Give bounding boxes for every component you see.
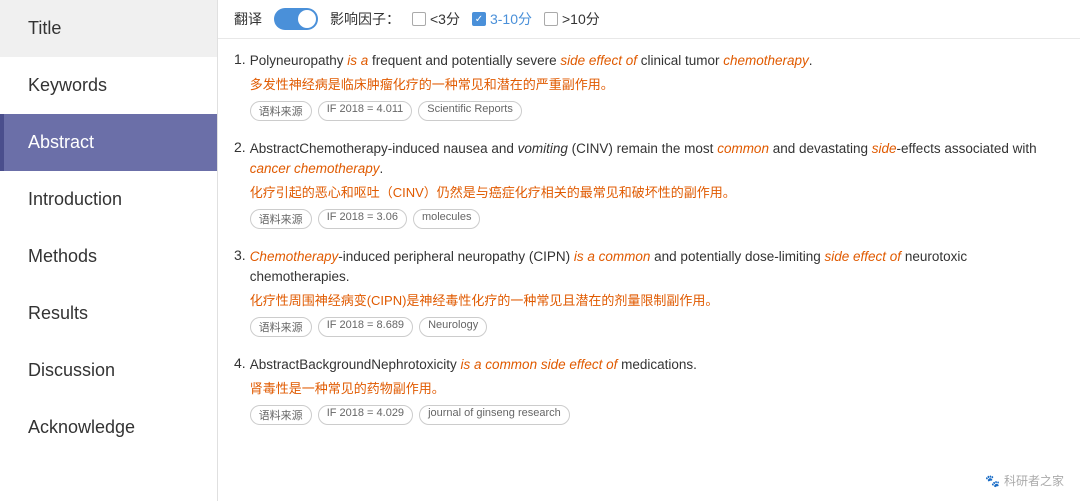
entry-tags-2: 语料来源 IF 2018 = 3.06 molecules: [250, 209, 1060, 229]
sidebar-item-introduction[interactable]: Introduction: [0, 171, 217, 228]
entry-body-3: Chemotherapy-induced peripheral neuropat…: [250, 247, 1060, 337]
entry-zh-1: 多发性神经病是临床肿瘤化疗的一种常见和潜在的严重副作用。: [250, 75, 1060, 95]
entry-en-3: Chemotherapy-induced peripheral neuropat…: [250, 247, 1060, 288]
content-area: 1.Polyneuropathy is a frequent and poten…: [218, 39, 1080, 501]
sidebar-item-acknowledge[interactable]: Acknowledge: [0, 399, 217, 456]
entry-body-1: Polyneuropathy is a frequent and potenti…: [250, 51, 1060, 121]
tag-source-3: 语料来源: [250, 317, 312, 337]
filter-label-less3: <3分: [430, 9, 460, 29]
tag-source-4: 语料来源: [250, 405, 312, 425]
entry-3: 3.Chemotherapy-induced peripheral neurop…: [234, 247, 1064, 337]
tag-journal-3: Neurology: [419, 317, 487, 337]
filter-label-more10: >10分: [562, 9, 600, 29]
entry-tags-3: 语料来源 IF 2018 = 8.689 Neurology: [250, 317, 1060, 337]
entry-2: 2.AbstractChemotherapy-induced nausea an…: [234, 139, 1064, 229]
watermark-icon: 🐾: [985, 474, 1000, 488]
entry-zh-2: 化疗引起的恶心和呕吐（CINV）仍然是与癌症化疗相关的最常见和破坏性的副作用。: [250, 183, 1060, 203]
entry-number-1: 1.: [234, 51, 246, 67]
entry-number-2: 2.: [234, 139, 246, 155]
entry-zh-4: 肾毒性是一种常见的药物副作用。: [250, 379, 1060, 399]
entry-en-1: Polyneuropathy is a frequent and potenti…: [250, 51, 1060, 71]
tag-if-1: IF 2018 = 4.011: [318, 101, 413, 121]
entry-tags-1: 语料来源 IF 2018 = 4.011Scientific Reports: [250, 101, 1060, 121]
sidebar-item-results[interactable]: Results: [0, 285, 217, 342]
sidebar: TitleKeywordsAbstractIntroductionMethods…: [0, 0, 218, 501]
entry-4: 4.AbstractBackgroundNephrotoxicity is a …: [234, 355, 1064, 425]
entry-en-2: AbstractChemotherapy-induced nausea and …: [250, 139, 1060, 180]
tag-journal-4: journal of ginseng research: [419, 405, 570, 425]
tag-source-1: 语料来源: [250, 101, 312, 121]
impact-label: 影响因子：: [330, 9, 400, 29]
entry-tags-4: 语料来源 IF 2018 = 4.029 journal of ginseng re…: [250, 405, 1060, 425]
entry-body-2: AbstractChemotherapy-induced nausea and …: [250, 139, 1060, 229]
main-content: 翻译 影响因子： <3分 ✓ 3-10分 >10分 1.Polyneuropat…: [218, 0, 1080, 501]
toolbar: 翻译 影响因子： <3分 ✓ 3-10分 >10分: [218, 0, 1080, 39]
filter-checkbox-less3[interactable]: [412, 12, 426, 26]
translate-label: 翻译: [234, 9, 262, 29]
translate-toggle[interactable]: [274, 8, 318, 30]
filter-item-less3[interactable]: <3分: [412, 9, 460, 29]
tag-journal-2: molecules: [413, 209, 481, 229]
entry-body-4: AbstractBackgroundNephrotoxicity is a co…: [250, 355, 1060, 425]
sidebar-item-methods[interactable]: Methods: [0, 228, 217, 285]
tag-journal-1: Scientific Reports: [418, 101, 522, 121]
sidebar-item-abstract[interactable]: Abstract: [0, 114, 217, 171]
tag-if-2: IF 2018 = 3.06: [318, 209, 407, 229]
sidebar-item-title[interactable]: Title: [0, 0, 217, 57]
sidebar-item-discussion[interactable]: Discussion: [0, 342, 217, 399]
entry-number-4: 4.: [234, 355, 246, 371]
filter-checkbox-3to10[interactable]: ✓: [472, 12, 486, 26]
entry-zh-3: 化疗性周围神经病变(CIPN)是神经毒性化疗的一种常见且潜在的剂量限制副作用。: [250, 291, 1060, 311]
tag-if-4: IF 2018 = 4.029: [318, 405, 413, 425]
entry-1: 1.Polyneuropathy is a frequent and poten…: [234, 51, 1064, 121]
tag-if-3: IF 2018 = 8.689: [318, 317, 413, 337]
entry-en-4: AbstractBackgroundNephrotoxicity is a co…: [250, 355, 1060, 375]
watermark: 🐾 科研者之家: [985, 472, 1064, 489]
filter-item-more10[interactable]: >10分: [544, 9, 600, 29]
filter-item-3to10[interactable]: ✓ 3-10分: [472, 9, 532, 29]
sidebar-item-keywords[interactable]: Keywords: [0, 57, 217, 114]
filter-checkbox-more10[interactable]: [544, 12, 558, 26]
tag-source-2: 语料来源: [250, 209, 312, 229]
filter-label-3to10: 3-10分: [490, 9, 532, 29]
watermark-text: 科研者之家: [1004, 472, 1064, 489]
entry-number-3: 3.: [234, 247, 246, 263]
